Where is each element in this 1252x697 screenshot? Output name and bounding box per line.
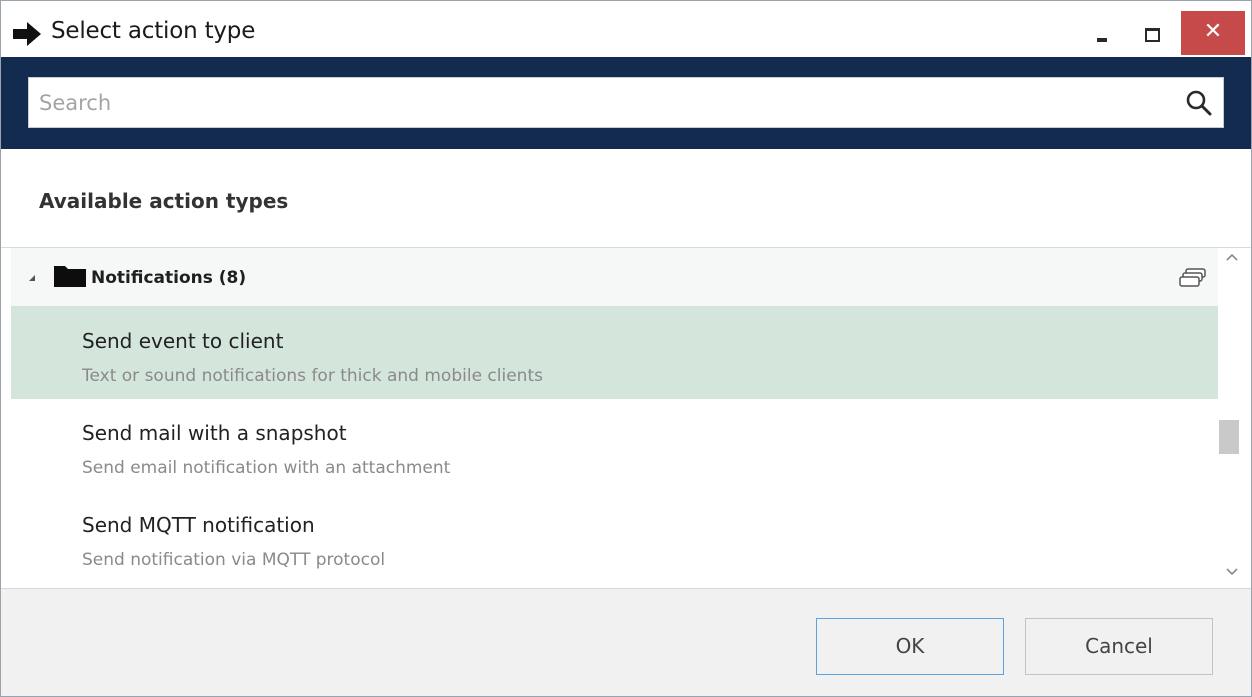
maximize-icon <box>1145 28 1160 42</box>
expand-arrow-icon[interactable] <box>29 275 35 281</box>
minimize-icon <box>1097 38 1107 42</box>
item-title: Send MQTT notification <box>82 513 315 537</box>
list-item-send-mail-with-snapshot[interactable]: Send mail with a snapshot Send email not… <box>11 399 1218 491</box>
select-action-type-dialog: Select action type ✕ Available action ty… <box>0 0 1252 697</box>
search-box <box>28 77 1224 128</box>
group-header-notifications[interactable]: Notifications (8) <box>11 248 1218 307</box>
list-scrollbar[interactable] <box>1219 248 1247 588</box>
close-icon: ✕ <box>1203 19 1223 44</box>
scroll-thumb[interactable] <box>1219 420 1239 454</box>
search-icon[interactable] <box>1185 89 1213 117</box>
item-description: Send notification via MQTT protocol <box>82 550 386 570</box>
item-title: Send event to client <box>82 329 284 353</box>
search-band <box>1 57 1251 149</box>
dialog-footer: OK Cancel <box>1 588 1251 696</box>
scroll-up-icon[interactable] <box>1225 251 1239 265</box>
item-description: Text or sound notifications for thick an… <box>82 366 543 386</box>
action-type-list: Notifications (8) Send event to client T… <box>11 248 1218 588</box>
minimize-button[interactable] <box>1083 11 1129 55</box>
heading-area: Available action types <box>1 149 1251 248</box>
cancel-button[interactable]: Cancel <box>1025 618 1213 675</box>
collapse-all-icon[interactable] <box>1179 267 1207 289</box>
ok-button[interactable]: OK <box>816 618 1004 675</box>
title-bar: Select action type ✕ <box>1 1 1251 57</box>
group-label: Notifications (8) <box>91 268 247 288</box>
folder-icon <box>54 266 86 287</box>
maximize-button[interactable] <box>1129 11 1179 55</box>
scroll-down-icon[interactable] <box>1225 564 1239 578</box>
arrow-right-icon <box>13 22 41 46</box>
list-item-send-event-to-client[interactable]: Send event to client Text or sound notif… <box>11 307 1218 399</box>
list-item-send-mqtt-notification[interactable]: Send MQTT notification Send notification… <box>11 491 1218 583</box>
window-title: Select action type <box>51 18 256 44</box>
item-description: Send email notification with an attachme… <box>82 458 451 478</box>
close-button[interactable]: ✕ <box>1181 11 1245 55</box>
section-heading: Available action types <box>39 189 289 213</box>
search-input[interactable] <box>39 86 1159 120</box>
item-title: Send mail with a snapshot <box>82 421 347 445</box>
